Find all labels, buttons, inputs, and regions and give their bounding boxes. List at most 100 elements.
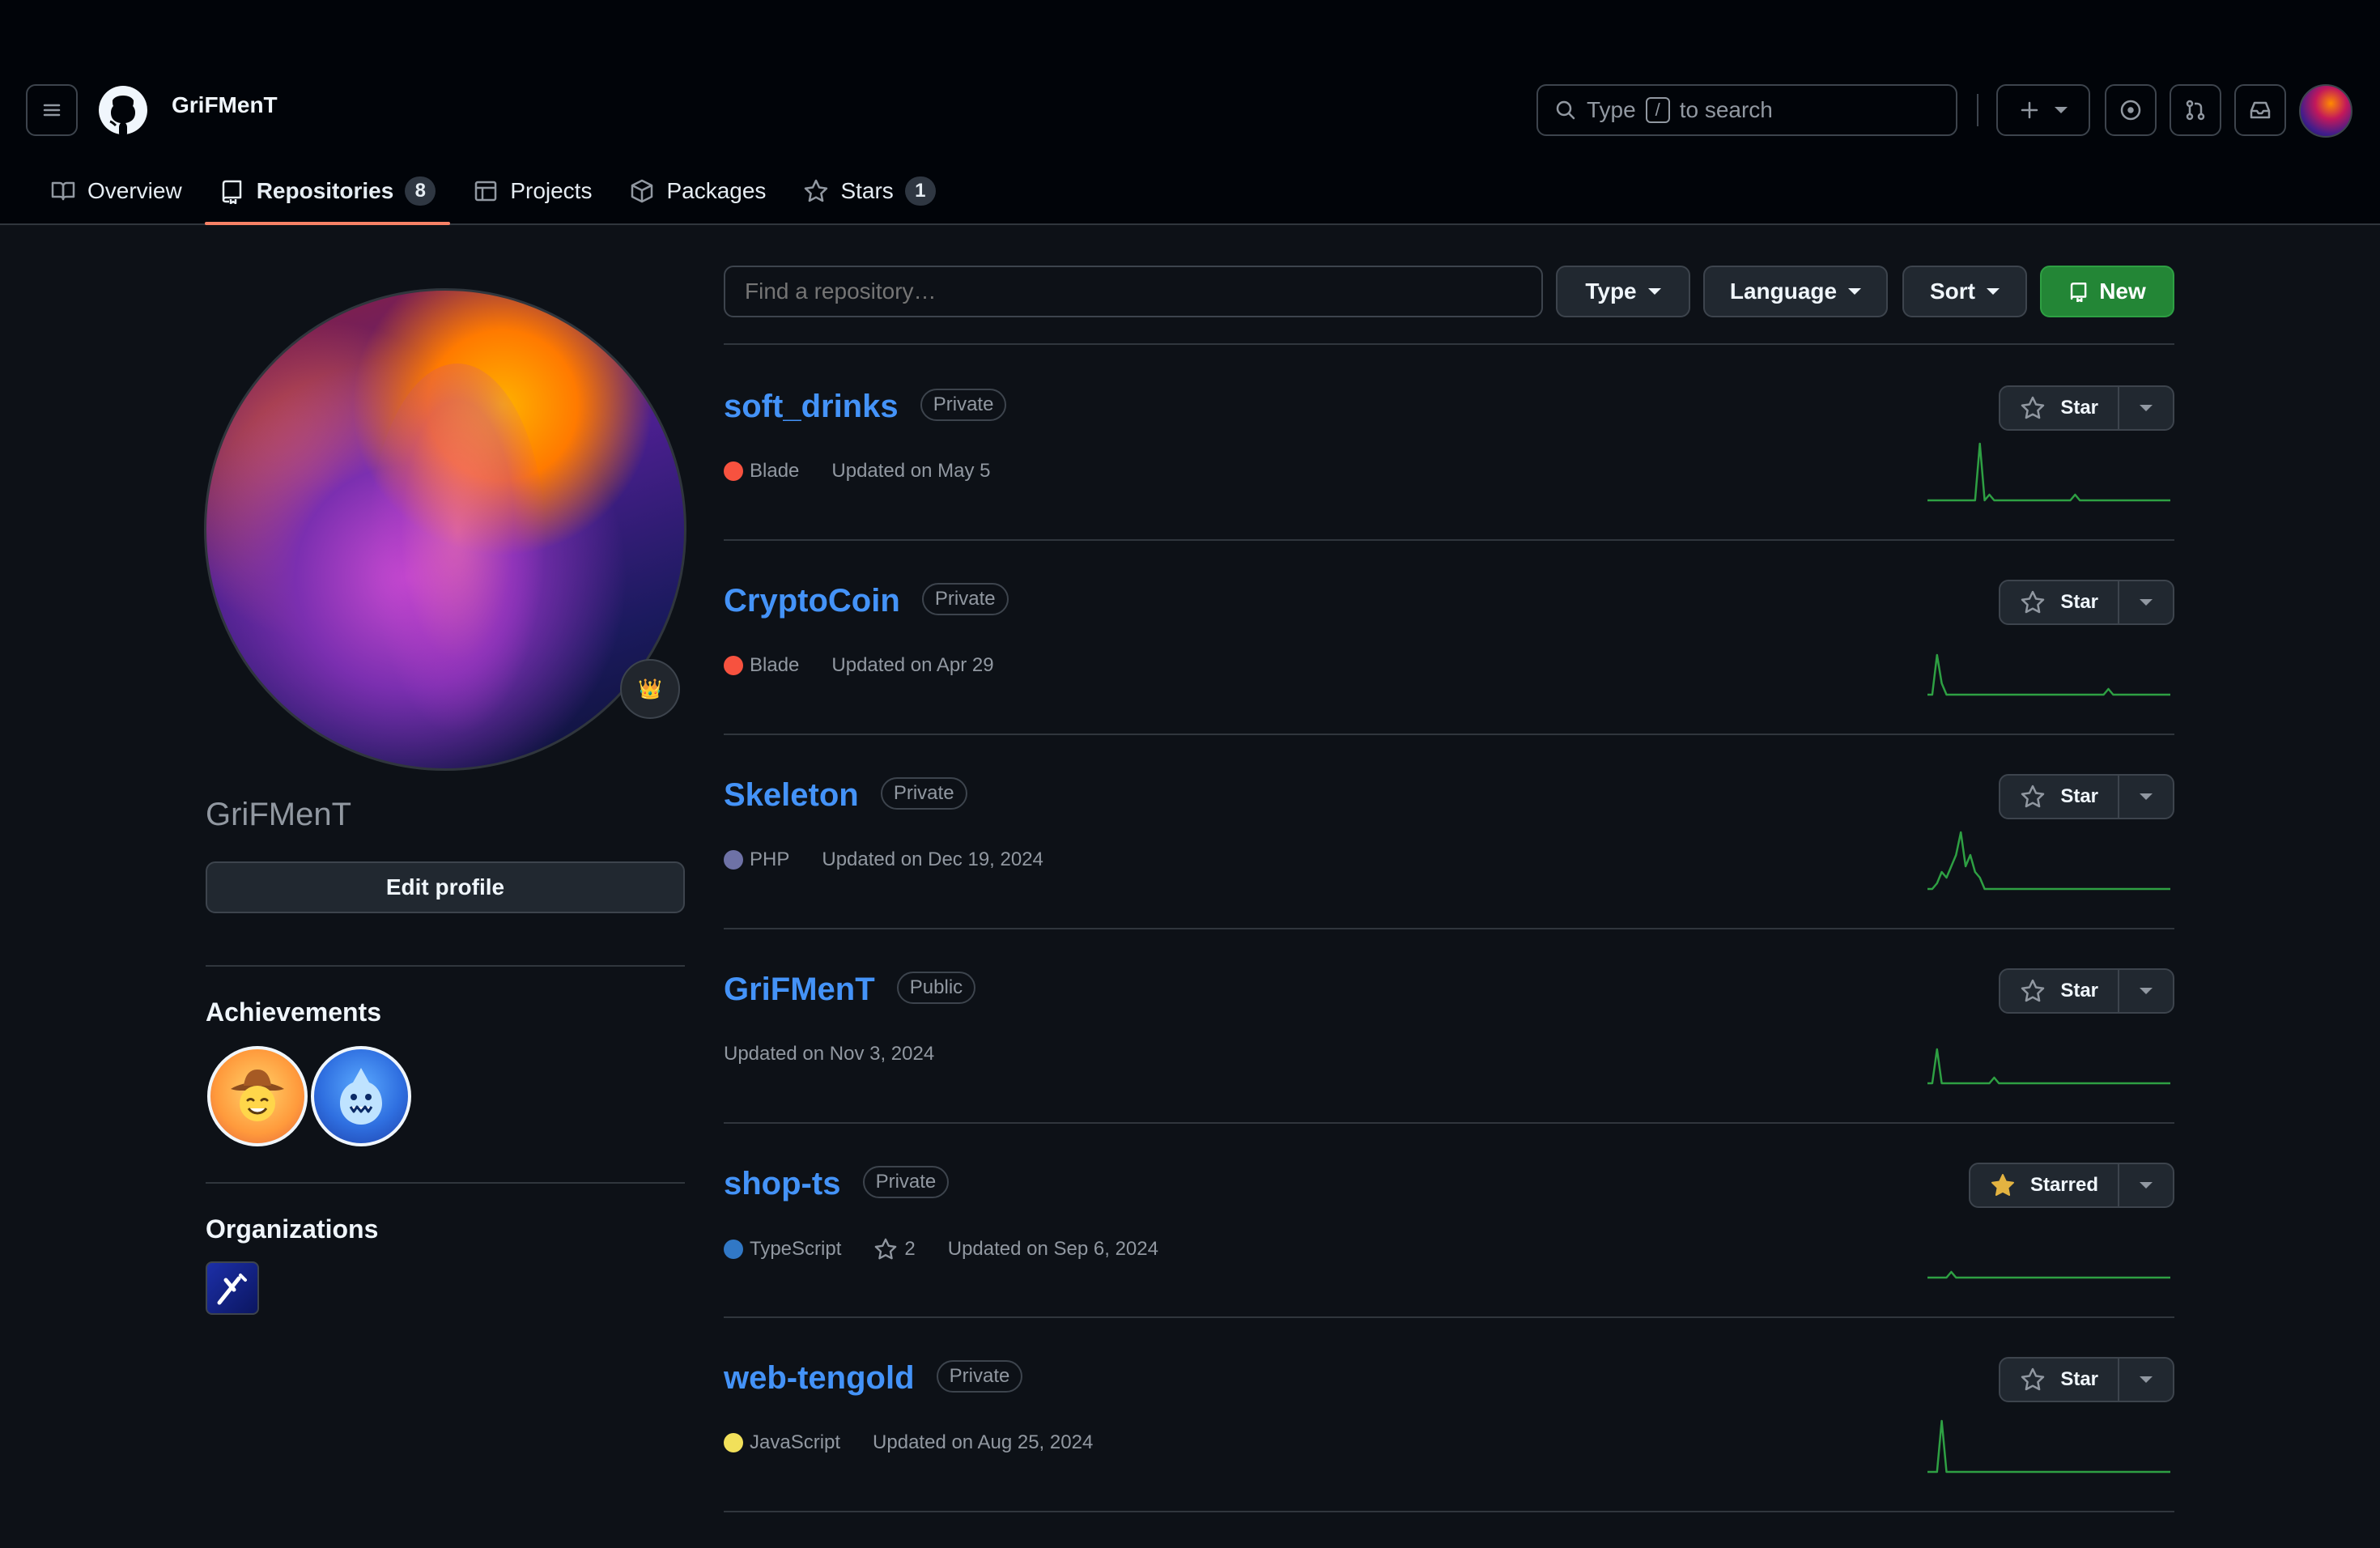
repository-meta: JavaScript Updated on Aug 25, 2024 (724, 1431, 1125, 1454)
star-button[interactable]: Star (2000, 1359, 2119, 1401)
avatar-artwork (368, 364, 546, 736)
profile-tabs: Overview Repositories 8 Projects Package… (36, 170, 958, 225)
chevron-down-icon (2140, 988, 2153, 994)
repository-meta: Blade Updated on May 5 (724, 460, 1023, 483)
updated-time: Updated on Apr 29 (831, 654, 994, 676)
tab-stars[interactable]: Stars 1 (788, 170, 950, 212)
star-list-dropdown[interactable] (2119, 1164, 2173, 1206)
star-label: Star (2060, 785, 2098, 807)
updated-time: Updated on Dec 19, 2024 (822, 848, 1043, 870)
edit-profile-button[interactable]: Edit profile (206, 861, 685, 913)
repository-link[interactable]: web-tengold (724, 1360, 915, 1396)
repository-language: PHP (724, 848, 789, 871)
repository-name-line: soft_drinks Private (724, 389, 1007, 425)
chevron-down-icon (2140, 793, 2153, 800)
repository-language: Blade (724, 654, 799, 677)
chevron-down-icon (1848, 288, 1862, 295)
inbox-button[interactable] (2234, 84, 2286, 136)
achievement-badge-pull-shark-cowboy[interactable] (207, 1046, 308, 1146)
star-button[interactable]: Star (2000, 970, 2119, 1012)
repository-link[interactable]: Skeleton (724, 777, 859, 813)
org-logo-icon (217, 1274, 247, 1305)
status-button[interactable]: 👑 (620, 659, 680, 719)
language-filter-dropdown[interactable]: Language (1703, 266, 1888, 317)
achievement-badge-shark[interactable] (311, 1046, 411, 1146)
unstar-button[interactable]: Starred (1970, 1164, 2119, 1206)
repository-row: GriFMenT Public Updated on Nov 3, 2024 S… (724, 929, 2174, 1124)
language-color-dot (724, 656, 743, 675)
tab-label: Stars (840, 178, 894, 203)
header-username[interactable]: GriFMenT (172, 92, 278, 118)
language-label: JavaScript (750, 1431, 841, 1453)
global-search-input[interactable]: Type / to search (1536, 84, 1957, 136)
star-list-dropdown[interactable] (2119, 1359, 2173, 1401)
sort-dropdown[interactable]: Sort (1902, 266, 2027, 317)
activity-sparkline (1927, 1048, 2170, 1085)
achievements-heading[interactable]: Achievements (206, 997, 381, 1027)
repository-name-line: web-tengold Private (724, 1360, 1023, 1397)
search-suffix: to search (1679, 97, 1773, 122)
star-list-dropdown[interactable] (2119, 581, 2173, 623)
star-button[interactable]: Star (2000, 776, 2119, 818)
window-top-strip (0, 0, 2380, 65)
pull-requests-button[interactable] (2170, 84, 2221, 136)
repository-language: Blade (724, 460, 799, 483)
github-logo-icon[interactable] (97, 84, 149, 136)
star-icon (2021, 785, 2045, 808)
package-icon (631, 179, 653, 203)
repository-link[interactable]: CryptoCoin (724, 583, 900, 619)
stargazers-link[interactable]: 2 (873, 1237, 916, 1261)
menu-button[interactable] (26, 84, 78, 136)
create-new-button[interactable] (1996, 84, 2090, 136)
user-avatar-button[interactable] (2299, 84, 2352, 138)
divider (206, 1182, 685, 1184)
activity-sparkline (1927, 1270, 2170, 1279)
repository-link[interactable]: soft_drinks (724, 389, 899, 424)
repo-list-top-border (724, 343, 2174, 345)
profile-username: GriFMenT (206, 797, 351, 832)
star-list-dropdown[interactable] (2119, 387, 2173, 429)
updated-time: Updated on Nov 3, 2024 (724, 1043, 935, 1065)
language-color-dot (724, 1433, 743, 1452)
star-list-dropdown[interactable] (2119, 776, 2173, 818)
repository-link[interactable]: shop-ts (724, 1166, 840, 1201)
type-filter-dropdown[interactable]: Type (1556, 266, 1690, 317)
organization-avatar[interactable] (206, 1261, 259, 1315)
new-repository-button[interactable]: New (2040, 266, 2174, 317)
tab-repositories[interactable]: Repositories 8 (204, 170, 451, 225)
visibility-badge: Private (862, 1166, 950, 1199)
find-repository-input[interactable] (724, 266, 1543, 317)
shark-icon (340, 1068, 382, 1125)
repository-row: CryptoCoin Private Blade Updated on Apr … (724, 541, 2174, 735)
repository-name-line: CryptoCoin Private (724, 583, 1009, 619)
search-shortcut-key: / (1645, 97, 1670, 123)
dropdown-label: Language (1729, 279, 1838, 304)
tab-projects[interactable]: Projects (458, 170, 606, 212)
tab-label: Repositories (256, 178, 394, 203)
chevron-down-icon (2140, 1182, 2153, 1189)
language-label: PHP (750, 848, 790, 870)
tab-packages[interactable]: Packages (614, 170, 780, 212)
tab-label: Packages (666, 178, 767, 203)
chevron-down-icon (1987, 288, 2000, 295)
git-pull-request-icon (2186, 100, 2205, 121)
chevron-down-icon (2140, 1376, 2153, 1383)
tab-overview[interactable]: Overview (36, 170, 197, 212)
issues-button[interactable] (2105, 84, 2157, 136)
star-button[interactable]: Star (2000, 387, 2119, 429)
repository-link[interactable]: GriFMenT (724, 972, 875, 1007)
repository-name-line: GriFMenT Public (724, 972, 976, 1008)
crown-icon: 👑 (638, 678, 662, 700)
repository-name-line: shop-ts Private (724, 1166, 950, 1202)
repository-meta: Updated on Nov 3, 2024 (724, 1043, 967, 1065)
activity-line (1927, 653, 2170, 696)
plus-icon (2021, 101, 2038, 119)
profile-avatar[interactable] (204, 288, 686, 771)
repository-meta: TypeScript 2 Updated on Sep 6, 2024 (724, 1237, 1191, 1261)
star-button-group: Star (1999, 968, 2174, 1014)
star-list-dropdown[interactable] (2119, 970, 2173, 1012)
visibility-badge: Private (921, 583, 1009, 616)
star-icon (875, 1238, 897, 1260)
activity-line (1927, 831, 2170, 891)
star-button[interactable]: Star (2000, 581, 2119, 623)
